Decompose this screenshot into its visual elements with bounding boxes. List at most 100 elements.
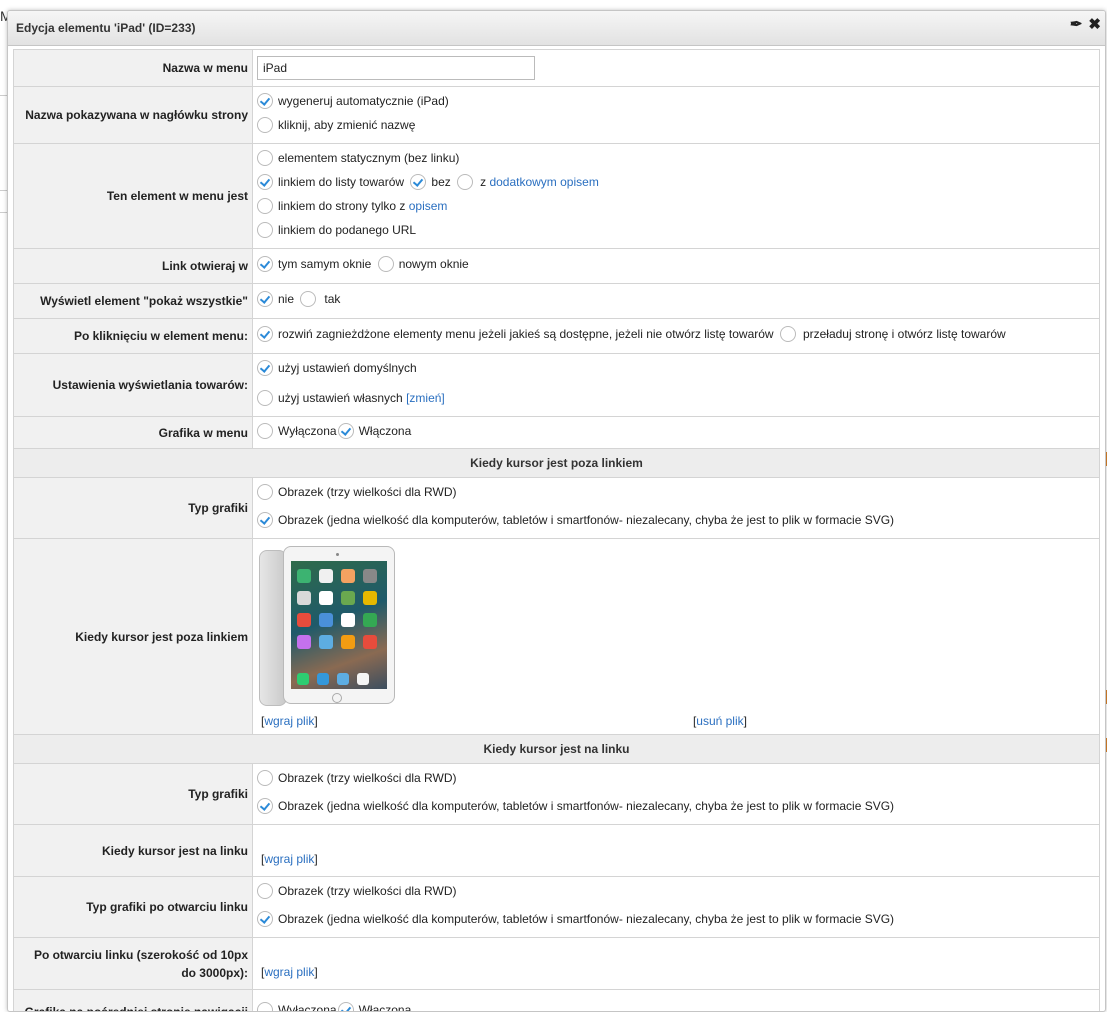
- radio-unchecked-icon: [378, 256, 394, 272]
- radio-unchecked-icon: [457, 174, 473, 190]
- label-menu-name: Nazwa w menu: [14, 50, 253, 87]
- radio-unchecked-icon: [257, 883, 273, 899]
- label-element-type: Ten element w menu jest: [14, 144, 253, 249]
- label-intermediate-graphic: Grafika na pośredniej stronie nawigacji: [14, 990, 253, 1012]
- radio-header-auto[interactable]: wygeneruj automatycznie (iPad): [257, 92, 449, 110]
- dialog-content: Nazwa w menu Nazwa pokazywana w nagłówku…: [13, 49, 1100, 1012]
- label-image-opened: Po otwarciu linku (szerokość od 10px do …: [14, 938, 253, 990]
- menu-name-input[interactable]: [257, 56, 535, 80]
- form-row-intermediate-graphic: Grafika na pośredniej stronie nawigacji …: [14, 990, 1100, 1012]
- radio-unchecked-icon: [257, 198, 273, 214]
- section-on-link: Kiedy kursor jest na linku: [14, 735, 1100, 764]
- label-menu-graphic: Grafika w menu: [14, 417, 253, 449]
- upload-file-link[interactable]: wgraj plik: [264, 965, 314, 979]
- radio-reload-page[interactable]: przeładuj stronę i otwórz listę towarów: [777, 325, 1006, 343]
- radio-checked-icon: [257, 174, 273, 190]
- section-title-outside: Kiedy kursor jest poza linkiem: [14, 449, 1100, 478]
- radio-opened-rwd[interactable]: Obrazek (trzy wielkości dla RWD): [257, 882, 456, 900]
- radio-opened-single[interactable]: Obrazek (jedna wielkość dla komputerów, …: [257, 910, 894, 928]
- radio-unchecked-icon: [257, 222, 273, 238]
- radio-outside-single[interactable]: Obrazek (jedna wielkość dla komputerów, …: [257, 511, 894, 529]
- radio-show-all-no[interactable]: nie: [257, 290, 294, 308]
- section-title-on: Kiedy kursor jest na linku: [14, 735, 1100, 764]
- radio-default-settings[interactable]: użyj ustawień domyślnych: [257, 359, 417, 377]
- radio-unchecked-icon: [257, 390, 273, 406]
- radio-unchecked-icon: [257, 423, 273, 439]
- radio-graphic-off[interactable]: Wyłączona: [257, 422, 337, 440]
- label-on-click: Po kliknięciu w element menu:: [14, 319, 253, 354]
- link-description[interactable]: opisem: [409, 197, 448, 215]
- form-row-header-name: Nazwa pokazywana w nagłówku strony wygen…: [14, 87, 1100, 144]
- radio-checked-icon: [338, 1002, 354, 1012]
- label-header-name: Nazwa pokazywana w nagłówku strony: [14, 87, 253, 144]
- edit-element-dialog: Edycja elementu 'iPad' (ID=233) ✒ ✖ Nazw…: [7, 10, 1106, 1012]
- radio-checked-icon: [257, 93, 273, 109]
- label-display-settings: Ustawienia wyświetlania towarów:: [14, 354, 253, 417]
- radio-checked-icon: [257, 360, 273, 376]
- form-row-on-click: Po kliknięciu w element menu: rozwiń zag…: [14, 319, 1100, 354]
- radio-checked-icon: [257, 291, 273, 307]
- form-row-display-settings: Ustawienia wyświetlania towarów: użyj us…: [14, 354, 1100, 417]
- radio-unchecked-icon: [257, 484, 273, 500]
- form-row-image-on: Kiedy kursor jest na linku [wgraj plik]: [14, 825, 1100, 877]
- upload-file-link[interactable]: wgraj plik: [264, 714, 314, 728]
- radio-unchecked-icon: [257, 117, 273, 133]
- ipad-screen: [291, 561, 387, 689]
- dialog-title: Edycja elementu 'iPad' (ID=233): [16, 21, 195, 35]
- radio-intermediate-on[interactable]: Włączona: [337, 1001, 412, 1012]
- radio-checked-icon: [410, 174, 426, 190]
- radio-type-static[interactable]: elementem statycznym (bez linku): [257, 149, 459, 167]
- link-change-settings[interactable]: [zmień]: [406, 389, 445, 407]
- radio-list-without-description[interactable]: bez: [407, 173, 450, 191]
- ipad-image: [259, 546, 395, 704]
- radio-checked-icon: [257, 326, 273, 342]
- radio-on-single[interactable]: Obrazek (jedna wielkość dla komputerów, …: [257, 797, 894, 815]
- label-type-on: Typ grafiki: [14, 764, 253, 825]
- radio-checked-icon: [257, 256, 273, 272]
- radio-graphic-on[interactable]: Włączona: [337, 422, 412, 440]
- radio-unchecked-icon: [257, 150, 273, 166]
- radio-unchecked-icon: [257, 1002, 273, 1012]
- radio-expand-submenu[interactable]: rozwiń zagnieżdżone elementy menu jeżeli…: [257, 325, 774, 343]
- radio-type-page[interactable]: linkiem do strony tylko z opisem: [257, 197, 447, 215]
- radio-new-window[interactable]: nowym oknie: [375, 255, 469, 273]
- radio-unchecked-icon: [300, 291, 316, 307]
- radio-checked-icon: [257, 911, 273, 927]
- radio-checked-icon: [338, 423, 354, 439]
- section-outside-link: Kiedy kursor jest poza linkiem: [14, 449, 1100, 478]
- label-image-outside: Kiedy kursor jest poza linkiem: [14, 539, 253, 735]
- form-row-type-on: Typ grafiki Obrazek (trzy wielkości dla …: [14, 764, 1100, 825]
- link-additional-description[interactable]: dodatkowym opisem: [489, 173, 598, 191]
- form-row-image-opened: Po otwarciu linku (szerokość od 10px do …: [14, 938, 1100, 990]
- element-form: Nazwa w menu Nazwa pokazywana w nagłówku…: [13, 49, 1100, 1012]
- radio-header-custom[interactable]: kliknij, aby zmienić nazwę: [257, 116, 415, 134]
- radio-type-list[interactable]: linkiem do listy towarów: [257, 173, 404, 191]
- label-link-open: Link otwieraj w: [14, 249, 253, 284]
- form-row-type-opened: Typ grafiki po otwarciu linku Obrazek (t…: [14, 877, 1100, 938]
- radio-unchecked-icon: [780, 326, 796, 342]
- form-row-type-outside: Typ grafiki Obrazek (trzy wielkości dla …: [14, 478, 1100, 539]
- radio-custom-settings[interactable]: użyj ustawień własnych [zmień]: [257, 389, 445, 407]
- radio-on-rwd[interactable]: Obrazek (trzy wielkości dla RWD): [257, 769, 456, 787]
- form-row-menu-name: Nazwa w menu: [14, 50, 1100, 87]
- radio-show-all-yes[interactable]: tak: [297, 290, 340, 308]
- form-row-link-open: Link otwieraj w tym samym oknie nowym ok…: [14, 249, 1100, 284]
- radio-outside-rwd[interactable]: Obrazek (trzy wielkości dla RWD): [257, 483, 456, 501]
- radio-same-window[interactable]: tym samym oknie: [257, 255, 371, 273]
- pin-icon[interactable]: ✒: [1070, 17, 1083, 33]
- radio-type-url[interactable]: linkiem do podanego URL: [257, 221, 416, 239]
- ipad-front-view: [283, 546, 395, 704]
- form-row-menu-graphic: Grafika w menu WyłączonaWłączona: [14, 417, 1100, 449]
- radio-list-with-description[interactable]: z dodatkowym opisem: [454, 173, 599, 191]
- close-icon[interactable]: ✖: [1088, 17, 1101, 33]
- label-show-all: Wyświetl element "pokaż wszystkie": [14, 284, 253, 319]
- form-row-show-all: Wyświetl element "pokaż wszystkie" nie t…: [14, 284, 1100, 319]
- form-row-element-type: Ten element w menu jest elementem statyc…: [14, 144, 1100, 249]
- dialog-titlebar[interactable]: Edycja elementu 'iPad' (ID=233) ✒ ✖: [8, 11, 1105, 46]
- radio-unchecked-icon: [257, 770, 273, 786]
- radio-checked-icon: [257, 512, 273, 528]
- upload-file-link[interactable]: wgraj plik: [264, 852, 314, 866]
- radio-intermediate-off[interactable]: Wyłączona: [257, 1001, 337, 1012]
- remove-file-link[interactable]: usuń plik: [696, 714, 743, 728]
- label-type-outside: Typ grafiki: [14, 478, 253, 539]
